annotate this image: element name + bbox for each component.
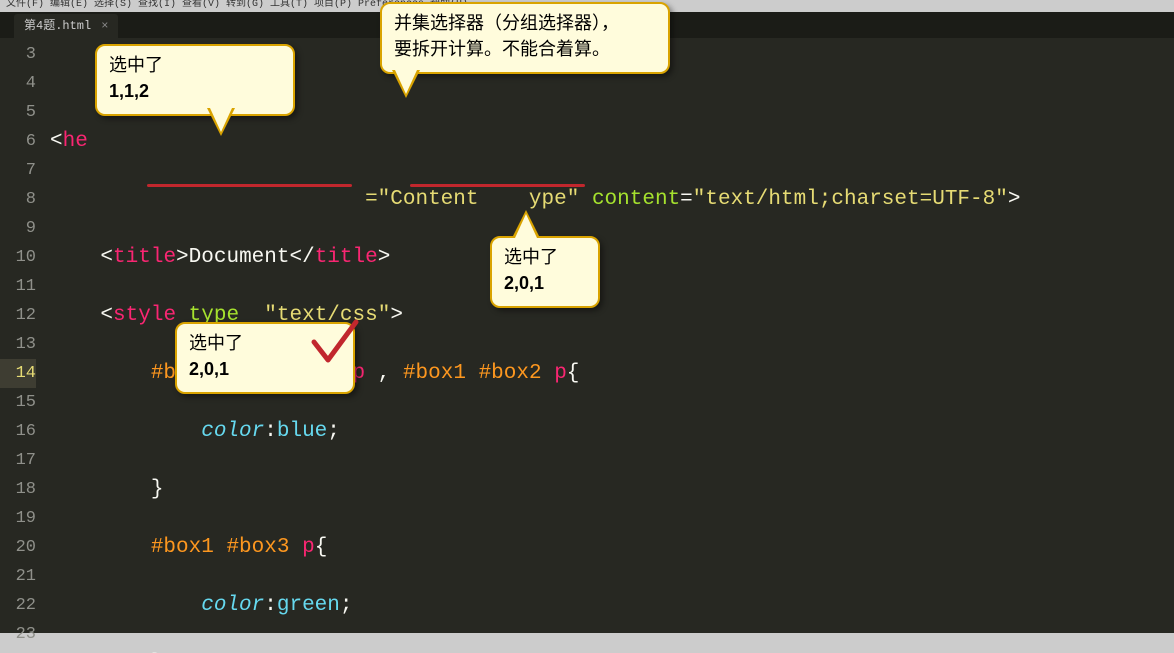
tag-title: title [113, 246, 176, 269]
semicolon: ; [327, 420, 340, 443]
colon: : [264, 594, 277, 617]
annotation-callout: 选中了 1,1,2 [95, 44, 295, 116]
line-number: 13 [0, 330, 36, 359]
line-number: 12 [0, 301, 36, 330]
callout-text: 2,0,1 [504, 273, 544, 293]
line-number: 6 [0, 127, 36, 156]
selector-tag: p [302, 536, 315, 559]
punct: = [680, 188, 693, 211]
brace: } [151, 478, 164, 501]
line-number: 16 [0, 417, 36, 446]
text: Document [189, 246, 290, 269]
line-number: 7 [0, 156, 36, 185]
selector-id: #box1 [403, 362, 466, 385]
annotation-underline [410, 184, 585, 187]
selector-id: #box2 [479, 362, 542, 385]
tag-title: title [315, 246, 378, 269]
line-number: 8 [0, 185, 36, 214]
attr-content: content [592, 188, 680, 211]
space [466, 362, 479, 385]
line-number: 21 [0, 562, 36, 591]
tab-label: 第4题.html [24, 14, 91, 38]
line-number: 20 [0, 533, 36, 562]
tag-head-partial: he [63, 130, 88, 153]
css-property: color [201, 594, 264, 617]
punct: < [50, 130, 63, 153]
line-number: 19 [0, 504, 36, 533]
callout-text: 1,1,2 [109, 81, 149, 101]
line-number: 10 [0, 243, 36, 272]
semicolon: ; [340, 594, 353, 617]
selector-id: #box1 [151, 536, 214, 559]
callout-text: 要拆开计算。不能合着算。 [394, 36, 656, 62]
css-value: blue [277, 420, 327, 443]
comma: , [378, 362, 391, 385]
punct: > [176, 246, 189, 269]
punct: > [378, 246, 391, 269]
space [214, 536, 227, 559]
line-number: 23 [0, 620, 36, 649]
line-number: 9 [0, 214, 36, 243]
line-number: 3 [0, 40, 36, 69]
callout-text: 选中了 [109, 52, 281, 78]
punct: > [390, 304, 403, 327]
line-number: 18 [0, 475, 36, 504]
space [365, 362, 378, 385]
space [542, 362, 555, 385]
brace: { [567, 362, 580, 385]
colon: : [264, 420, 277, 443]
punct: < [100, 304, 113, 327]
string: "Content [378, 188, 479, 211]
brace: { [315, 536, 328, 559]
close-icon[interactable]: × [101, 14, 108, 38]
callout-text: 并集选择器（分组选择器）， [394, 10, 656, 36]
space [390, 362, 403, 385]
checkmark-icon [310, 318, 360, 368]
annotation-callout: 并集选择器（分组选择器）， 要拆开计算。不能合着算。 [380, 2, 670, 74]
selector-id: #box3 [226, 536, 289, 559]
line-number: 11 [0, 272, 36, 301]
css-value: green [277, 594, 340, 617]
punct: = [365, 188, 378, 211]
line-number-gutter: 3 4 5 6 7 8 9 10 11 12 13 14 15 16 17 18… [0, 38, 50, 633]
tag-style: style [113, 304, 176, 327]
callout-text: 2,0,1 [189, 359, 229, 379]
punct: </ [289, 246, 314, 269]
annotation-underline [147, 184, 352, 187]
tab-file[interactable]: 第4题.html × [14, 14, 118, 38]
line-number: 22 [0, 591, 36, 620]
line-number: 4 [0, 69, 36, 98]
line-number: 5 [0, 98, 36, 127]
line-number: 15 [0, 388, 36, 417]
selector-tag: p [554, 362, 567, 385]
string: "text/html;charset=UTF-8" [693, 188, 1008, 211]
line-number: 14 [0, 359, 36, 388]
punct: > [1008, 188, 1021, 211]
punct: < [100, 246, 113, 269]
editor-area: 3 4 5 6 7 8 9 10 11 12 13 14 15 16 17 18… [0, 38, 1174, 633]
annotation-callout: 选中了 2,0,1 [490, 236, 600, 308]
callout-text: 选中了 [504, 244, 586, 270]
css-property: color [201, 420, 264, 443]
string: ype" [529, 188, 579, 211]
line-number: 17 [0, 446, 36, 475]
space [289, 536, 302, 559]
